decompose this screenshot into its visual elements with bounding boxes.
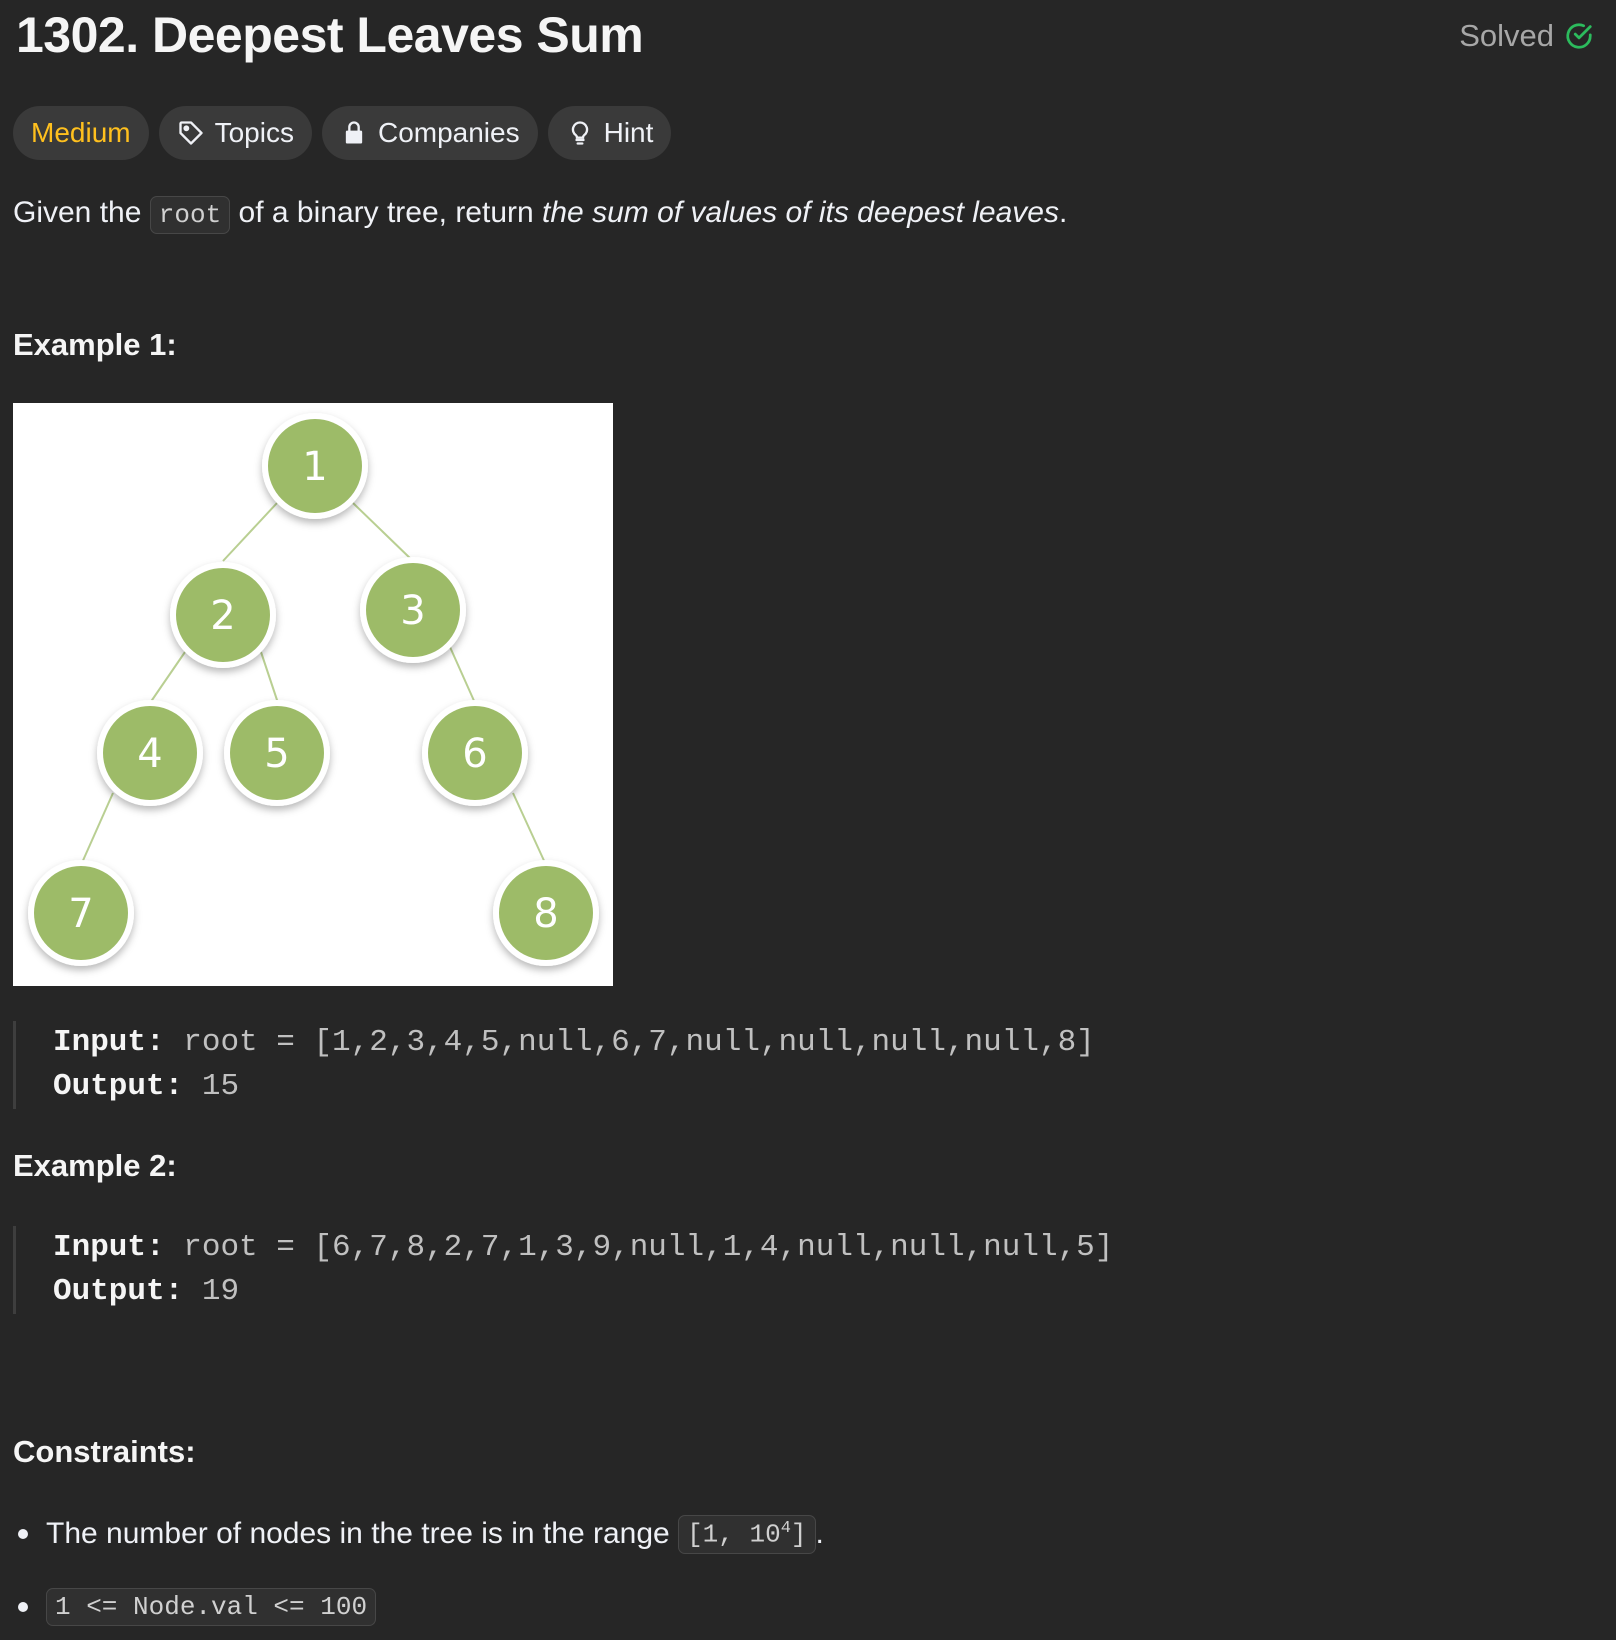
solved-label: Solved bbox=[1459, 18, 1554, 53]
check-circle-icon bbox=[1566, 23, 1592, 49]
constraint-text: The number of nodes in the tree is in th… bbox=[46, 1517, 670, 1551]
bullet-dot bbox=[18, 1529, 28, 1540]
input-label: Input: bbox=[53, 1230, 165, 1265]
tree-node: 2 bbox=[170, 562, 276, 668]
lightbulb-icon bbox=[571, 121, 588, 145]
output-value: 19 bbox=[201, 1274, 240, 1309]
tree-node: 1 bbox=[262, 413, 368, 519]
input-value: root = [6,7,8,2,7,1,3,9,null,1,4,null,nu… bbox=[183, 1230, 1114, 1265]
constraint-code: 1 <= Node.val <= 100 bbox=[46, 1588, 377, 1626]
example-1-block: Input: root = [1,2,3,4,5,null,6,7,null,n… bbox=[13, 1021, 1095, 1109]
desc-pre: Given the bbox=[13, 196, 142, 229]
example-2-heading: Example 2: bbox=[13, 1148, 177, 1183]
companies-button[interactable]: Companies bbox=[321, 106, 538, 160]
hint-label: Hint bbox=[603, 117, 654, 148]
constraint-item: 1 <= Node.val <= 100 bbox=[18, 1588, 377, 1626]
tree-edge bbox=[512, 792, 547, 866]
constraints-heading: Constraints: bbox=[13, 1434, 196, 1469]
hint-button[interactable]: Hint bbox=[547, 106, 672, 160]
output-label: Output: bbox=[53, 1069, 184, 1104]
tree-node: 7 bbox=[28, 860, 134, 966]
input-value: root = [1,2,3,4,5,null,6,7,null,null,nul… bbox=[183, 1025, 1095, 1060]
tree-node: 3 bbox=[360, 557, 466, 663]
tree-node: 5 bbox=[224, 700, 330, 806]
input-label: Input: bbox=[53, 1025, 165, 1060]
lock-icon bbox=[345, 121, 363, 144]
example-1-tree-image: 1 2 3 4 5 6 7 8 bbox=[13, 403, 613, 986]
code-superscript: 4 bbox=[780, 1519, 791, 1538]
example-2-block: Input: root = [6,7,8,2,7,1,3,9,null,1,4,… bbox=[13, 1226, 1113, 1314]
example-2-output: Output: 19 bbox=[53, 1270, 1113, 1314]
tree-diagram: 1 2 3 4 5 6 7 8 bbox=[28, 413, 599, 966]
constraint-end: . bbox=[815, 1517, 824, 1551]
constraint-item: The number of nodes in the tree is in th… bbox=[18, 1515, 824, 1554]
desc-emphasis: the sum of values of its deepest leaves bbox=[542, 196, 1059, 229]
topics-button[interactable]: Topics bbox=[158, 106, 312, 160]
tree-node-label: 1 bbox=[302, 444, 327, 490]
output-label: Output: bbox=[53, 1274, 184, 1309]
desc-code-root: root bbox=[149, 196, 231, 234]
code-part: ] bbox=[790, 1519, 807, 1550]
problem-description: Given the root of a binary tree, return … bbox=[13, 196, 1068, 234]
tag-bar: Medium Topics Companies Hint bbox=[13, 106, 672, 160]
output-value: 15 bbox=[201, 1069, 240, 1104]
constraint-code: [1, 104] bbox=[678, 1515, 816, 1554]
desc-mid: of a binary tree, return bbox=[238, 196, 534, 229]
tree-node-label: 2 bbox=[210, 593, 235, 639]
problem-title: 1302. Deepest Leaves Sum bbox=[16, 7, 644, 63]
tree-node-label: 8 bbox=[533, 891, 558, 937]
tree-node-label: 5 bbox=[264, 731, 289, 777]
tree-node: 8 bbox=[493, 860, 599, 966]
example-2-input: Input: root = [6,7,8,2,7,1,3,9,null,1,4,… bbox=[53, 1226, 1113, 1270]
solved-status: Solved bbox=[1459, 18, 1594, 54]
desc-post: . bbox=[1059, 196, 1068, 229]
tree-edge bbox=[149, 651, 186, 704]
tree-edge bbox=[80, 792, 114, 866]
example-1-heading: Example 1: bbox=[13, 327, 177, 362]
bullet-dot bbox=[18, 1602, 28, 1612]
tree-node: 4 bbox=[97, 700, 203, 806]
tree-edge bbox=[222, 502, 278, 562]
tree-node-label: 4 bbox=[137, 731, 162, 777]
tree-node-label: 3 bbox=[400, 588, 425, 634]
tree-edge bbox=[352, 502, 414, 562]
difficulty-badge: Medium bbox=[13, 106, 149, 160]
tree-node-label: 6 bbox=[462, 731, 487, 777]
topics-label: Topics bbox=[214, 117, 294, 148]
code-part: [1, 10 bbox=[687, 1519, 781, 1550]
example-1-output: Output: 15 bbox=[53, 1065, 1095, 1109]
tag-icon bbox=[178, 121, 203, 145]
example-1-input: Input: root = [1,2,3,4,5,null,6,7,null,n… bbox=[53, 1021, 1095, 1065]
companies-label: Companies bbox=[377, 117, 520, 148]
tree-edge bbox=[260, 651, 279, 704]
tree-edge bbox=[449, 646, 476, 704]
tree-node-label: 7 bbox=[68, 891, 93, 937]
tree-node: 6 bbox=[422, 700, 528, 806]
